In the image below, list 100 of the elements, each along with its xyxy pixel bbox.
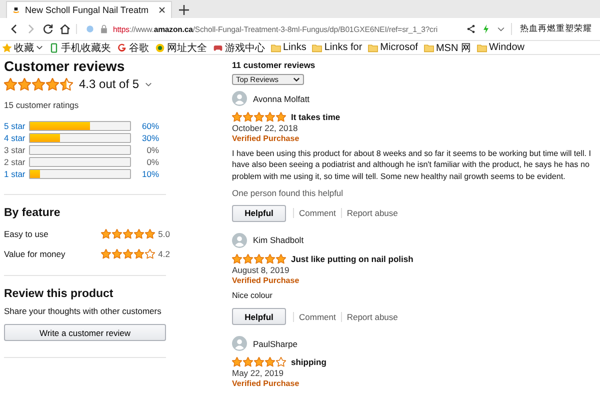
verified-purchase-label: Verified Purchase	[232, 276, 300, 285]
star-icon	[112, 249, 122, 259]
browser-tab[interactable]: New Scholl Fungal Nail Treatm	[6, 1, 172, 18]
bookmark-item[interactable]: Links for	[312, 42, 362, 53]
section-title: Review this product	[4, 288, 114, 300]
star-icon	[145, 229, 156, 239]
review-action-link[interactable]: Report abuse	[340, 312, 403, 322]
star-icon	[243, 357, 253, 368]
star-filter-link[interactable]: 5 star	[4, 120, 29, 130]
bookmark-item[interactable]: Links	[271, 42, 306, 53]
star-icon	[276, 357, 286, 368]
author-name[interactable]: PaulSharpe	[253, 338, 298, 349]
lock-icon	[99, 24, 109, 34]
percent-text: 0%	[146, 144, 159, 154]
caret-icon	[36, 44, 43, 51]
star-icon	[276, 112, 286, 122]
star-icon	[2, 42, 12, 52]
folder-icon	[312, 42, 322, 52]
review-action-link[interactable]: Comment	[293, 312, 341, 322]
star-filter-link: 3 star	[4, 144, 26, 154]
star-icon	[123, 229, 134, 239]
verified-purchase-label: Verified Purchase	[232, 134, 300, 143]
percent-text: 0%	[146, 156, 159, 166]
home-icon[interactable]	[59, 23, 71, 35]
section-title: By feature	[4, 207, 62, 219]
star-icon	[32, 78, 45, 90]
bookmark-item[interactable]: Microsof	[368, 42, 418, 53]
star-icon	[134, 229, 144, 239]
folder-icon	[368, 42, 378, 52]
rating-text[interactable]: 4.3 out of 5	[79, 77, 140, 91]
avatar-icon	[232, 91, 247, 106]
review-action-link[interactable]: Comment	[293, 208, 341, 218]
star-icon	[243, 254, 253, 264]
review-title[interactable]: It takes time	[291, 112, 340, 122]
star-icon	[265, 254, 275, 264]
star-icon	[18, 78, 31, 90]
lightning-icon[interactable]	[481, 24, 491, 34]
avatar-icon	[232, 232, 247, 248]
star-icon	[232, 112, 242, 122]
reviews-count: 11 customer reviews	[232, 60, 316, 70]
feature-score: 5.0	[158, 229, 170, 239]
review-action-link[interactable]: Report abuse	[340, 208, 403, 218]
bookmark-item[interactable]: 收藏	[2, 40, 43, 54]
star-icon	[60, 78, 73, 90]
verified-purchase-label: Verified Purchase	[232, 379, 300, 388]
bookmark-item[interactable]: 谷歌	[117, 40, 149, 54]
author-name[interactable]: Avonna Molfatt	[253, 94, 310, 104]
star-icon	[101, 229, 112, 239]
star-icon	[254, 254, 264, 264]
star-icon	[254, 112, 264, 122]
section-title: Customer reviews	[4, 58, 126, 74]
folder-icon	[271, 42, 281, 52]
section-subtitle: Share your thoughts with other customers	[4, 306, 162, 316]
folder-icon	[476, 42, 487, 52]
star-icon	[123, 249, 134, 259]
star-icon	[243, 112, 253, 122]
star-filter-link[interactable]: 4 star	[4, 132, 29, 142]
bookmark-item[interactable]: MSN 网	[424, 40, 471, 54]
star-icon	[254, 357, 264, 368]
new-tab-icon[interactable]	[176, 2, 192, 18]
bookmark-item[interactable]: 手机收藏夹	[49, 40, 111, 54]
bookmark-item[interactable]: 游戏中心	[213, 40, 265, 54]
star-icon	[265, 112, 275, 122]
globe-icon	[155, 42, 165, 52]
helpful-button[interactable]: Helpful	[232, 308, 286, 326]
star-icon	[101, 249, 112, 259]
google-icon	[117, 42, 127, 52]
star-icon	[265, 357, 275, 368]
bookmark-item[interactable]: 网址大全	[155, 40, 207, 54]
caret-icon	[145, 80, 152, 88]
bookmark-item[interactable]: Window	[476, 42, 525, 53]
star-icon	[232, 357, 242, 368]
percent-text[interactable]: 30%	[131, 132, 159, 142]
share-icon[interactable]	[466, 24, 476, 34]
percent-text[interactable]: 60%	[131, 120, 159, 130]
helpful-button[interactable]: Helpful	[232, 204, 286, 222]
star-icon	[46, 78, 59, 90]
star-filter-link[interactable]: 1 star	[4, 168, 29, 178]
star-icon	[276, 254, 286, 264]
amazon-icon	[11, 5, 21, 15]
star-icon	[4, 78, 17, 90]
search-field[interactable]: 热血再燃重塑荣耀	[511, 23, 592, 35]
star-icon	[232, 254, 242, 264]
author-name[interactable]: Kim Shadbolt	[253, 235, 304, 246]
star-icon	[134, 249, 144, 259]
feature-score: 4.2	[158, 249, 170, 259]
review-title[interactable]: Just like putting on nail polish	[291, 254, 414, 264]
review-text: I have been using this product for about 8 weeks and so far it seems to be working but time will tell. I have also been seeing a podiatrist and although he isn't familiar with the product, he says he has no problem with me using it, so time will tell. Some new healthy nail growth seems to be evident.	[232, 148, 592, 182]
review-title[interactable]: shipping	[291, 357, 326, 368]
star-icon	[112, 229, 122, 239]
review-date: October 22, 2018	[232, 123, 299, 133]
folder-icon	[424, 42, 434, 52]
feature-name: Easy to use	[4, 229, 50, 239]
caret-icon	[293, 76, 300, 83]
percent-text[interactable]: 10%	[131, 168, 159, 178]
write-review-button[interactable]: Write a customer review	[4, 324, 166, 341]
review-text: Nice colour	[232, 290, 274, 302]
reload-icon[interactable]	[42, 23, 54, 35]
close-icon[interactable]	[157, 5, 167, 15]
avatar-icon	[232, 336, 247, 352]
